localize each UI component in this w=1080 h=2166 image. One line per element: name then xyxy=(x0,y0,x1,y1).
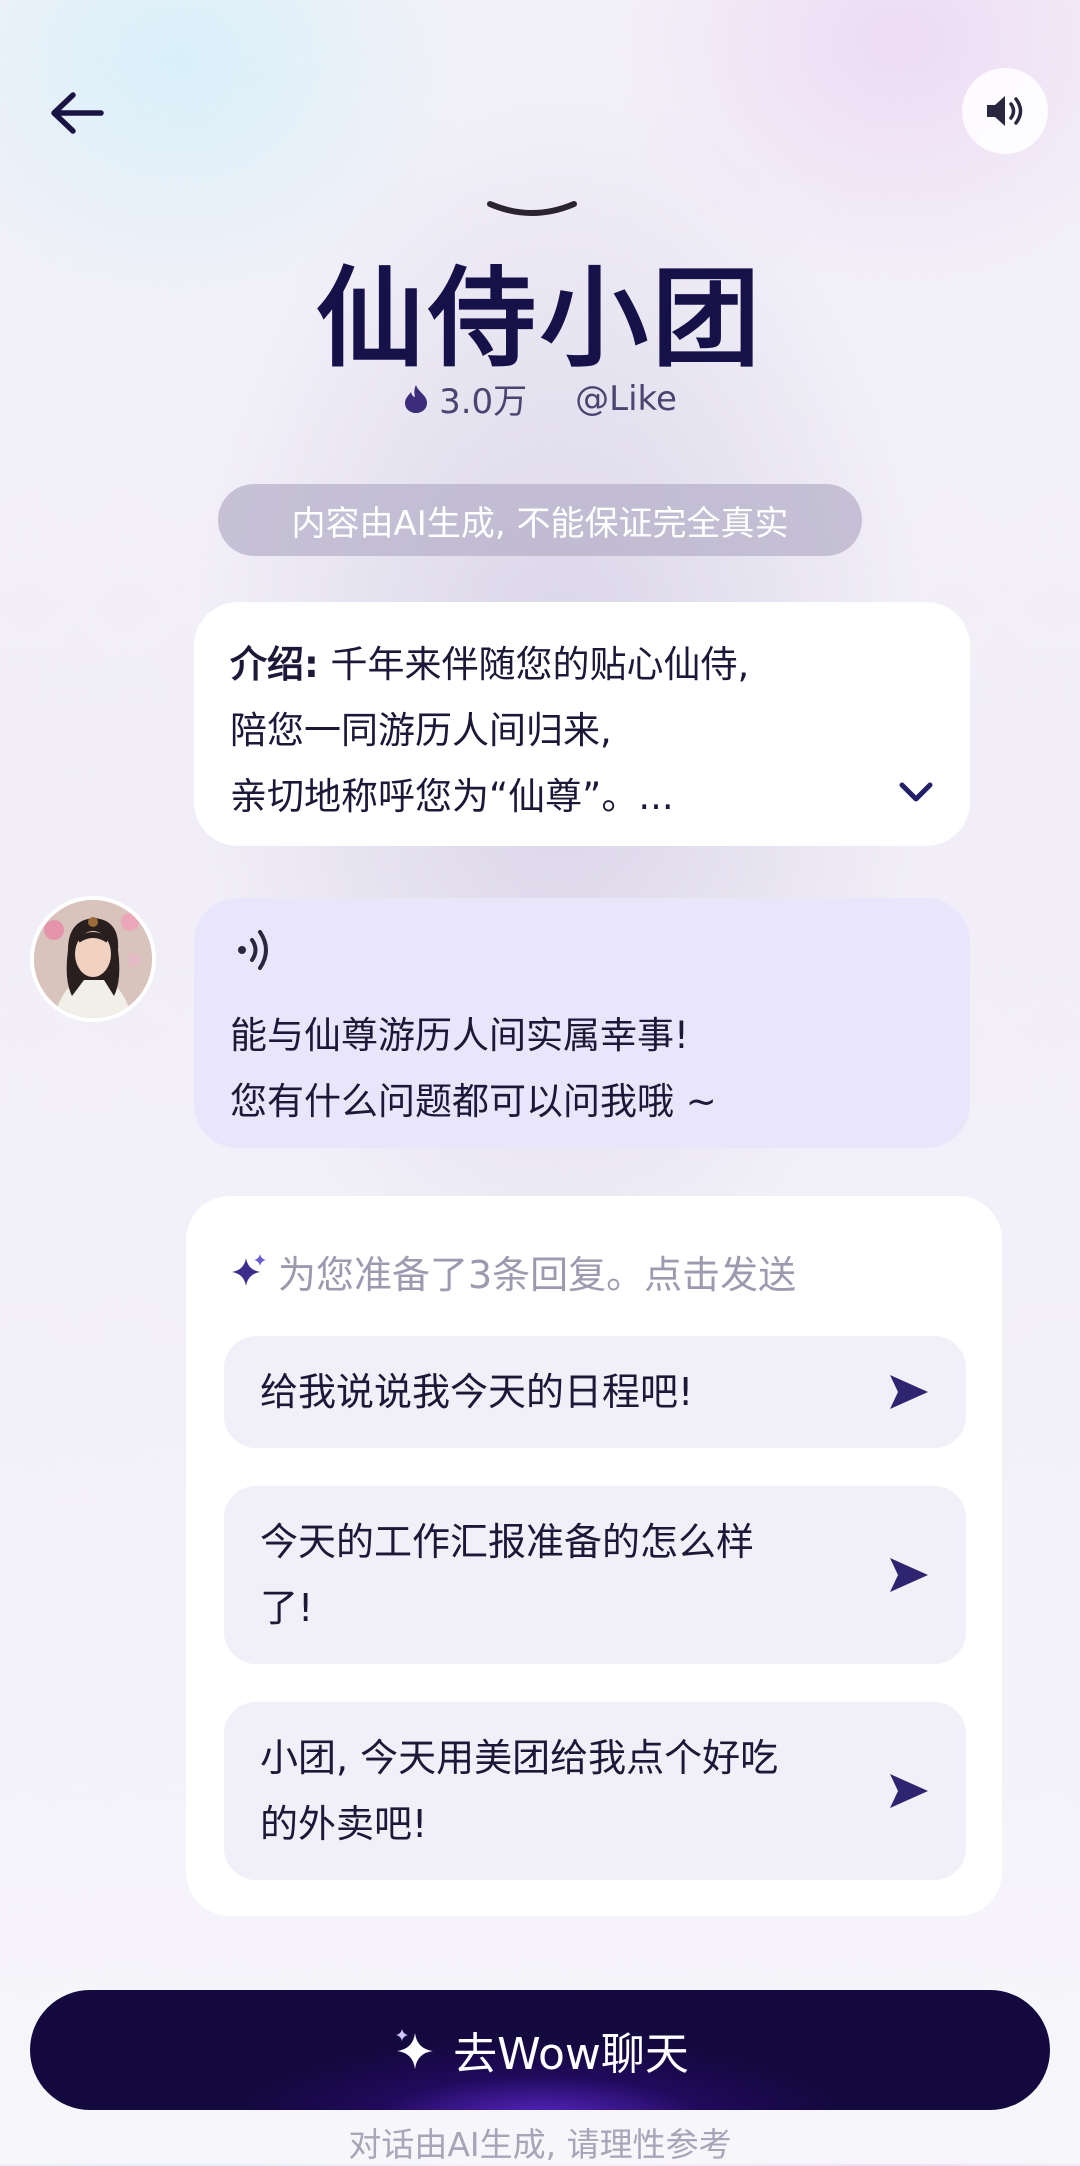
sound-toggle-button[interactable] xyxy=(962,68,1048,154)
go-chat-label: 去Wow聊天 xyxy=(453,2029,689,2080)
suggested-replies-panel: 为您准备了3条回复。点击发送 给我说说我今天的日程吧! 今天的工作汇报准备的怎么… xyxy=(186,1196,1002,1916)
character-image-fragment xyxy=(487,201,577,216)
bot-message-bubble: 能与仙尊游历人间实属幸事! 您有什么问题都可以问我哦 ~ xyxy=(194,898,970,1148)
sparkle-icon xyxy=(232,1253,266,1286)
speaker-icon xyxy=(987,96,1023,126)
sparkle-icon xyxy=(396,2029,434,2069)
flame-icon xyxy=(405,384,428,413)
voice-wave-icon[interactable] xyxy=(230,920,284,976)
suggestion-reply-1[interactable]: 给我说说我今天的日程吧! xyxy=(224,1336,966,1448)
heat-count: 3.0万 xyxy=(439,382,528,422)
back-button[interactable] xyxy=(40,76,114,150)
bot-message-line-2: 您有什么问题都可以问我哦 ~ xyxy=(230,1080,717,1123)
suggestion-reply-2[interactable]: 今天的工作汇报准备的怎么样 了! xyxy=(224,1486,966,1664)
intro-line-2: 陪您一同游历人间归来, xyxy=(230,709,612,752)
bot-message-line-1: 能与仙尊游历人间实属幸事! xyxy=(230,1014,689,1057)
ai-footnote: 对话由AI生成, 请理性参考 xyxy=(348,2125,732,2164)
ai-disclaimer-badge: 内容由AI生成, 不能保证完全真实 xyxy=(218,484,862,556)
send-icon[interactable] xyxy=(886,1768,932,1814)
arrow-left-icon xyxy=(51,92,104,134)
intro-line-3: 亲切地称呼您为“仙尊”。... xyxy=(230,775,674,818)
suggestions-heading: 为您准备了3条回复。点击发送 xyxy=(228,1244,796,1299)
intro-card[interactable]: 介绍: 千年来伴随您的贴心仙侍, 陪您一同游历人间归来, 亲切地称呼您为“仙尊”… xyxy=(194,602,970,846)
send-icon[interactable] xyxy=(886,1552,932,1598)
author-handle[interactable]: @Like xyxy=(575,379,677,419)
go-chat-button[interactable]: 去Wow聊天 xyxy=(30,1990,1050,2110)
send-icon[interactable] xyxy=(886,1369,932,1415)
chevron-down-icon[interactable] xyxy=(892,768,940,816)
intro-label: 介绍: xyxy=(230,643,319,686)
suggestion-reply-3[interactable]: 小团, 今天用美团给我点个好吃 的外卖吧! xyxy=(224,1702,966,1880)
character-portrait xyxy=(34,900,152,1018)
character-meta: 3.0万 @Like xyxy=(0,374,1080,423)
page-title: 仙侍小团 xyxy=(315,257,764,382)
avatar[interactable] xyxy=(30,896,156,1022)
intro-line-1: 介绍: 千年来伴随您的贴心仙侍, xyxy=(230,643,750,686)
